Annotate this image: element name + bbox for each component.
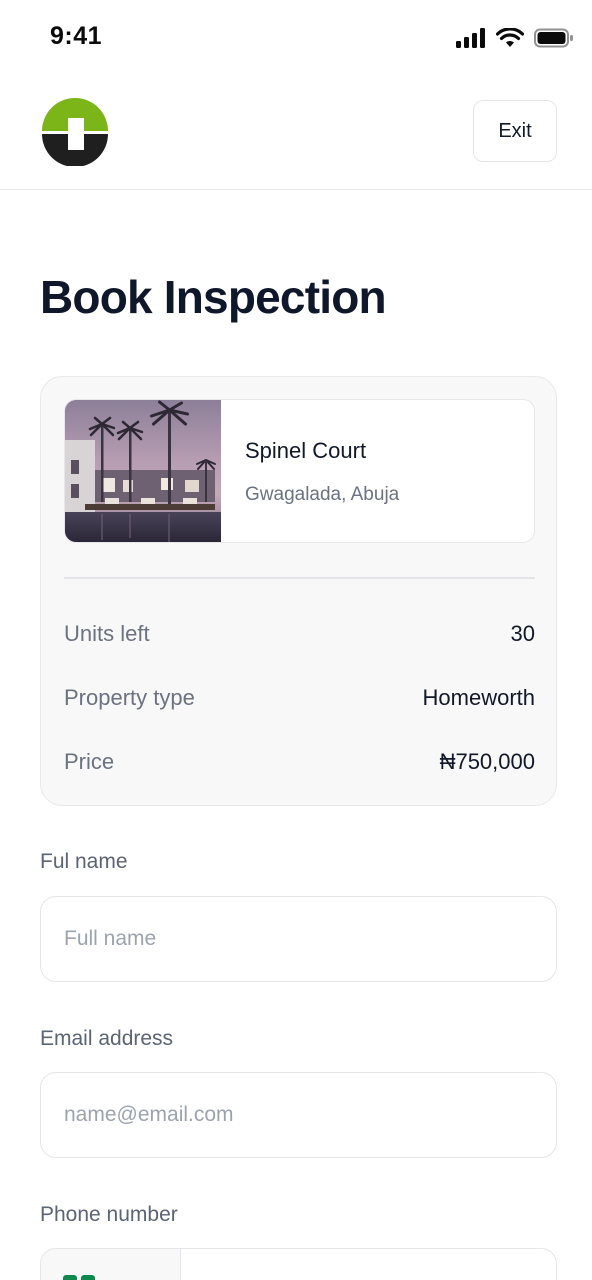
phone-field [40,1248,557,1280]
booking-summary-card: Spinel Court Gwagalada, Abuja Units left… [40,376,557,806]
detail-label: Units left [64,621,150,646]
property-location: Gwagalada, Abuja [245,484,400,505]
exit-button[interactable]: Exit [473,100,557,162]
status-time: 9:41 [50,22,103,50]
phone-label: Phone number [40,1203,178,1226]
detail-label: Property type [64,685,195,710]
phone-input[interactable] [181,1249,556,1280]
detail-value: 30 [510,621,535,646]
property-image [65,400,221,542]
detail-label: Price [64,749,115,774]
book-inspection-screen: 9:41 Exit Book Inspection Spinel Court G… [0,0,592,1280]
status-bar: 9:41 [0,0,592,76]
detail-value: Homeworth [422,685,535,710]
detail-row-price: Price ₦750,000 [64,749,535,775]
email-input[interactable] [40,1072,557,1158]
signal-icon [456,28,485,48]
property-card[interactable]: Spinel Court Gwagalada, Abuja [64,399,535,543]
brand-logo[interactable] [40,96,110,166]
detail-row-units-left: Units left 30 [64,621,535,647]
card-divider [64,577,535,579]
detail-row-property-type: Property type Homeworth [64,685,535,711]
property-name: Spinel Court [245,438,367,463]
app-header: Exit [0,76,592,190]
status-icons [456,28,574,48]
full-name-label: Ful name [40,850,128,873]
email-label: Email address [40,1027,174,1050]
flag-icon-part [81,1275,95,1280]
battery-icon [534,28,573,48]
country-code-select[interactable] [41,1249,181,1280]
detail-value: ₦750,000 [439,749,535,774]
flag-icon [63,1275,77,1280]
wifi-icon [496,28,524,47]
page-title: Book Inspection [40,271,387,323]
full-name-input[interactable] [40,896,557,982]
